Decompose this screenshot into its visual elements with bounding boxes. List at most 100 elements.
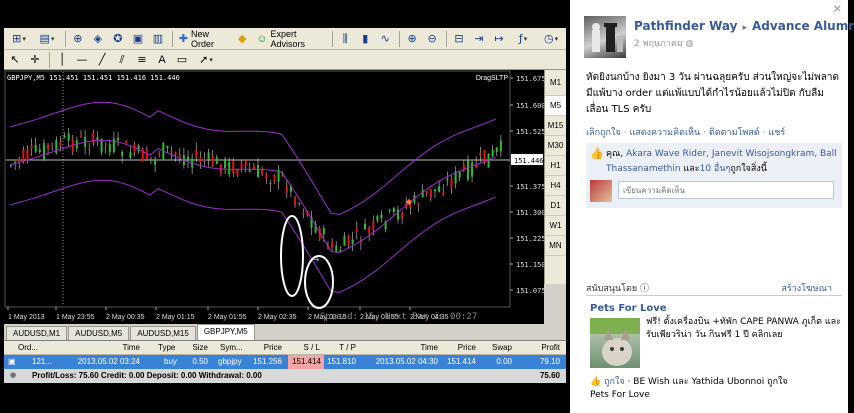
metaeditor-button[interactable]: ◆ (233, 30, 251, 48)
timeframe-d1[interactable]: D1 (545, 196, 566, 216)
ad-title-link[interactable]: Pets For Love (590, 303, 667, 314)
new-order-button[interactable]: ✚ New Order (176, 29, 231, 49)
trendline-tool[interactable]: ╱ (93, 51, 111, 69)
tab-audusd-m15[interactable]: AUDUSD,M15 (130, 326, 196, 340)
zoom-in-button[interactable]: ⊕ (403, 30, 421, 48)
candle-body (471, 162, 474, 177)
candle-body (458, 172, 461, 178)
profiles-button[interactable]: ▤ ▾ (34, 30, 60, 48)
header-sl[interactable]: S / L (292, 341, 320, 355)
expert-advisors-button[interactable]: ☺ Expert Advisors (253, 29, 327, 49)
channel-tool[interactable]: ⫽ (113, 51, 131, 69)
label-tool[interactable]: ▭ (173, 51, 191, 69)
tile-windows-button[interactable]: ⊟ (450, 30, 468, 48)
group-name-link[interactable]: Advance Alumni (752, 19, 854, 33)
header-size[interactable]: Size (184, 341, 208, 355)
candle-body (421, 189, 424, 197)
header-symbol[interactable]: Sym... (220, 341, 243, 355)
zoom-out-button[interactable]: ⊖ (423, 30, 441, 48)
candle-body (203, 159, 206, 161)
candle-body (380, 214, 383, 219)
tab-audusd-m1[interactable]: AUDUSD,M1 (6, 326, 68, 340)
bollinger-upper (9, 101, 496, 216)
follow-post-link[interactable]: ติดตามโพสต์ (709, 128, 760, 138)
strategy-tester-button[interactable]: ▥ (149, 30, 167, 48)
tab-gbpjpy-m5[interactable]: GBPJPY,M5 (196, 324, 255, 340)
indicators-button[interactable]: ƒ ▾ (510, 30, 536, 48)
horizontal-line-tool[interactable]: — (73, 51, 91, 69)
timeframe-m5[interactable]: M5 (545, 96, 566, 116)
periods-button[interactable]: ◷ ▾ (538, 30, 564, 48)
close-icon[interactable]: × (833, 2, 842, 15)
header-tp[interactable]: T / P (328, 341, 356, 355)
header-order[interactable]: Ord... (18, 341, 38, 355)
candle-body (388, 209, 391, 211)
autoscroll-icon: ↦ (494, 32, 504, 45)
candle-body (285, 186, 288, 193)
candle-body (174, 152, 177, 155)
header-swap[interactable]: Swap (484, 341, 512, 355)
fibonacci-tool[interactable]: ≡ (133, 51, 151, 69)
header-profit[interactable]: Profit (530, 341, 560, 355)
header-type[interactable]: Type (158, 341, 175, 355)
line-chart-button[interactable]: ∿ (376, 30, 394, 48)
others-link[interactable]: 10 อื่นๆ (700, 164, 731, 174)
data-window-button[interactable]: ◈ (89, 30, 107, 48)
table-row[interactable]: ▣ 121... 2013.05.02 03:24 buy 0.50 gbpjp… (4, 355, 566, 369)
price-tick-label: 151.675 (516, 75, 544, 83)
tab-audusd-m5[interactable]: AUDUSD,M5 (68, 326, 130, 340)
vertical-line-tool[interactable]: │ (53, 51, 71, 69)
text-tool[interactable]: A (153, 51, 171, 69)
header-price[interactable]: Price (254, 341, 282, 355)
new-chart-button[interactable]: ⊞ ▾ (6, 30, 32, 48)
post-date[interactable]: 2 พฤษภาคม (634, 39, 683, 49)
header-close-time[interactable]: Time (404, 341, 438, 355)
navigator-icon: ✪ (113, 32, 123, 45)
timeframe-h4[interactable]: H4 (545, 176, 566, 196)
timeframe-panel: M1 M5 M15 M30 H1 H4 D1 W1 MN (544, 70, 566, 284)
comment-link[interactable]: แสดงความคิดเห็น (629, 128, 700, 138)
cursor-tool[interactable]: ↖ (6, 51, 24, 69)
candle-chart-button[interactable]: ▮ (356, 30, 374, 48)
price-tick-label: 151.300 (516, 209, 544, 217)
take-profit: 151.810 (327, 357, 356, 366)
timeframe-h1[interactable]: H1 (545, 156, 566, 176)
time-tick-label: 1 May 23:55 (56, 314, 95, 321)
timeframe-m30[interactable]: M30 (545, 136, 566, 156)
sponsored-info-icon[interactable]: ⓘ (640, 284, 649, 294)
ad-like-link[interactable]: ถูกใจ (604, 377, 625, 387)
unlike-link[interactable]: เลิกถูกใจ (586, 128, 621, 138)
header-close-price[interactable]: Price (448, 341, 476, 355)
terminal-button[interactable]: ▣ (129, 30, 147, 48)
navigator-button[interactable]: ✪ (109, 30, 127, 48)
header-time[interactable]: Time (106, 341, 140, 355)
candle-body (298, 202, 301, 204)
timeframe-w1[interactable]: W1 (545, 216, 566, 236)
create-ad-link[interactable]: สร้างโฆษณา (781, 281, 832, 295)
balance-summary-row[interactable]: ◉ Profit/Loss: 75.60 Credit: 0.00 Deposi… (4, 369, 566, 383)
timeframe-mn[interactable]: MN (545, 236, 566, 256)
market-watch-button[interactable]: ⊕ (69, 30, 87, 48)
autoscroll-button[interactable]: ↦ (490, 30, 508, 48)
profiles-icon: ▤ (39, 32, 50, 45)
table-header: Ord... Time Type Size Sym... Price S / L… (4, 341, 566, 355)
chart-shift-button[interactable]: ⇥ (470, 30, 488, 48)
candle-body (265, 174, 268, 179)
timeframe-m15[interactable]: M15 (545, 116, 566, 136)
arrows-tool[interactable]: ➚ ▾ (193, 51, 219, 69)
avatar[interactable] (584, 16, 626, 58)
comment-input[interactable] (618, 181, 834, 199)
candle-body (59, 142, 62, 147)
candle-body (79, 136, 82, 138)
crosshair-tool[interactable]: ✛ (26, 51, 44, 69)
toolbar-separator (49, 51, 50, 68)
bar-chart-button[interactable]: ⫼ (336, 30, 354, 48)
candle-body (215, 157, 218, 164)
close-time: 2013.05.02 04:30 (375, 357, 438, 366)
author-name-link[interactable]: Pathfinder Way (634, 19, 737, 33)
timeframe-m1[interactable]: M1 (545, 70, 566, 96)
share-link[interactable]: แชร์ (768, 128, 785, 138)
market-watch-icon: ⊕ (73, 32, 83, 45)
ad-image[interactable] (590, 318, 640, 368)
price-chart[interactable]: 151.675 151.600 151.525 151.446 151.375 151.3… (4, 70, 544, 324)
